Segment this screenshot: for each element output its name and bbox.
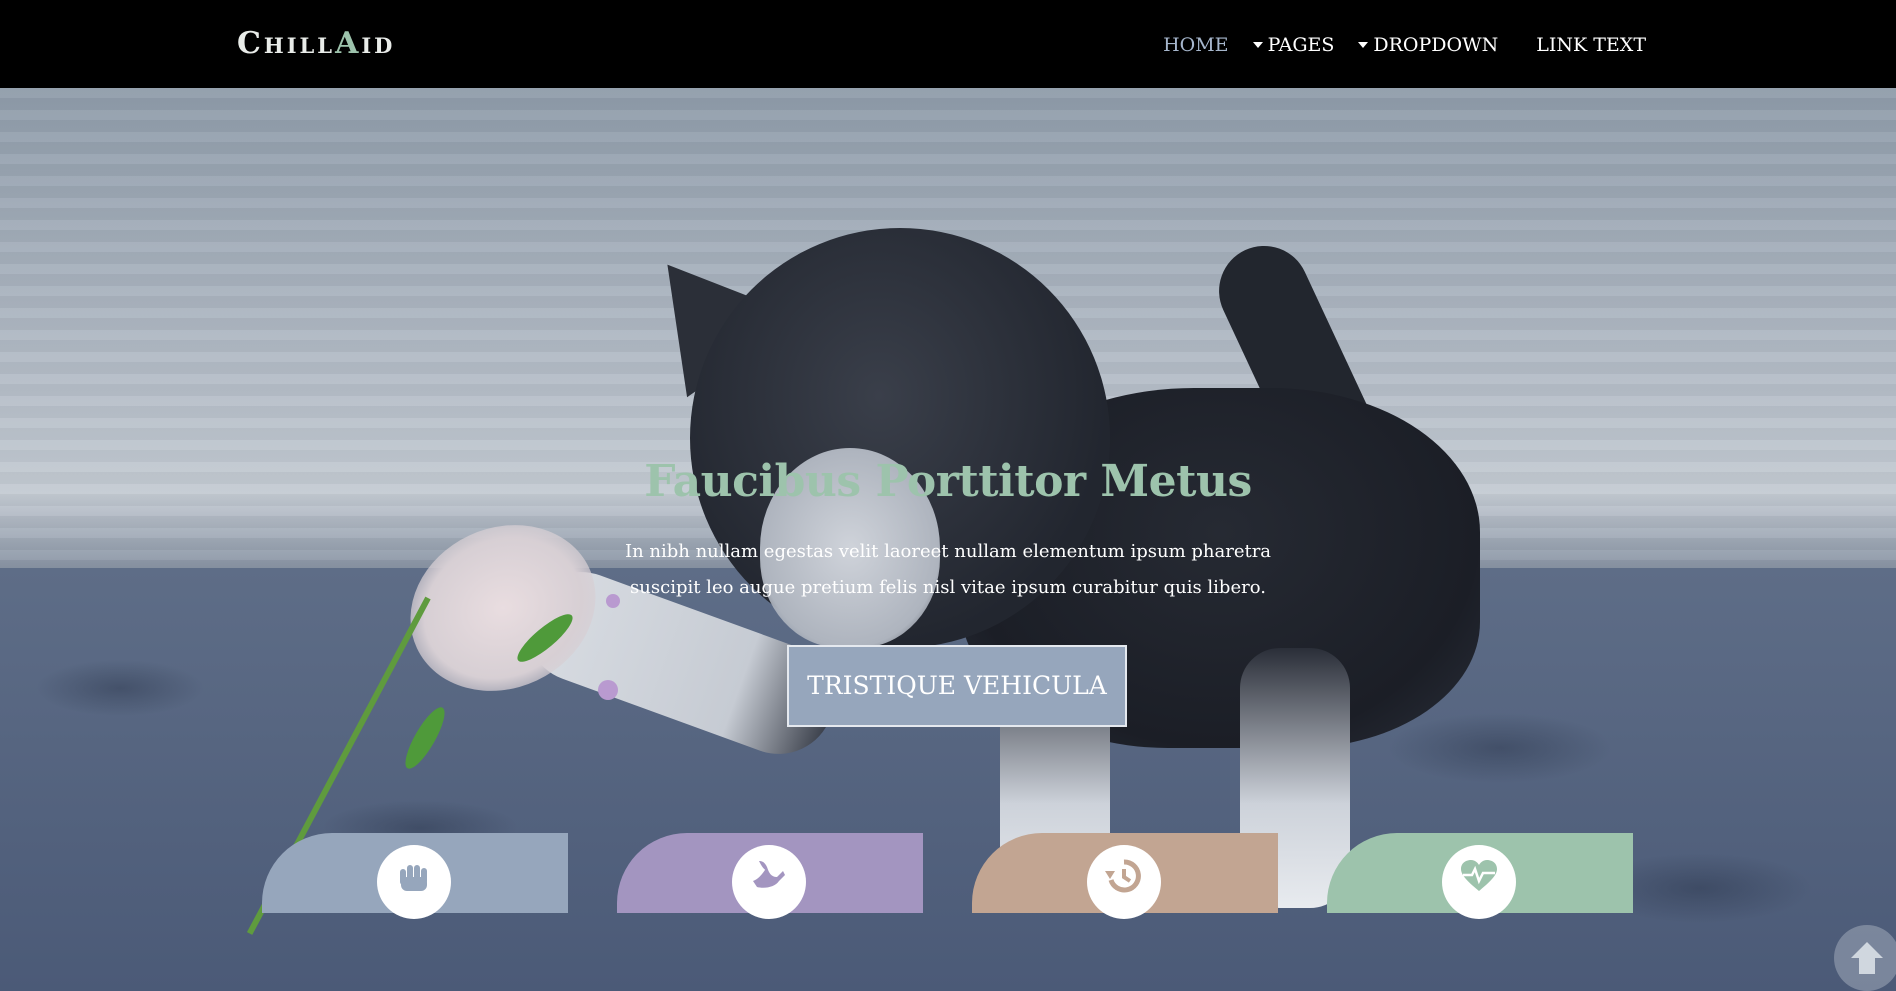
heartbeat-icon (1461, 860, 1497, 891)
nav-item-label: PAGES (1267, 34, 1335, 56)
logo-text-main: Chill (237, 26, 336, 61)
feature-icon-circle (1087, 845, 1161, 919)
nav-item-link-text[interactable]: LINK TEXT (1536, 28, 1646, 62)
logo[interactable]: ChillAid (237, 22, 395, 66)
page: ChillAid HOME PAGES DROPDOWN LINK TEXT F… (0, 0, 1896, 991)
history-icon (1105, 859, 1141, 893)
hero-title: Faucibus Porttitor Metus (644, 456, 1252, 507)
dove-icon (753, 861, 785, 888)
main-nav: HOME PAGES DROPDOWN LINK TEXT (1139, 28, 1646, 62)
caret-down-icon (1358, 42, 1369, 48)
logo-text-accent: A (335, 26, 362, 61)
feature-icon-circle (377, 845, 451, 919)
navbar: ChillAid HOME PAGES DROPDOWN LINK TEXT (0, 0, 1896, 88)
scroll-to-top-button[interactable] (1834, 925, 1896, 991)
hero-description: In nibh nullam egestas velit laoreet nul… (624, 541, 1272, 598)
feature-tab-3[interactable] (972, 833, 1278, 919)
logo-text-rest: id (361, 26, 396, 61)
caret-down-icon (1252, 42, 1263, 48)
flower-bloom (598, 680, 618, 700)
nav-item-label: DROPDOWN (1373, 34, 1499, 56)
nav-item-pages[interactable]: PAGES (1252, 28, 1335, 62)
feature-tab-4[interactable] (1327, 833, 1633, 919)
arrow-up-icon (1851, 942, 1883, 974)
feature-icon-circle (732, 845, 806, 919)
feature-tab-2[interactable] (617, 833, 923, 919)
nav-item-label: HOME (1163, 34, 1229, 56)
hero-cta-button[interactable]: TRISTIQUE VEHICULA (787, 645, 1127, 727)
nav-item-home[interactable]: HOME (1163, 28, 1228, 62)
nav-item-dropdown[interactable]: DROPDOWN (1358, 28, 1498, 62)
hand-icon (400, 865, 427, 891)
feature-tab-1[interactable] (262, 833, 568, 919)
nav-item-label: LINK TEXT (1536, 34, 1646, 56)
feature-icon-circle (1442, 845, 1516, 919)
